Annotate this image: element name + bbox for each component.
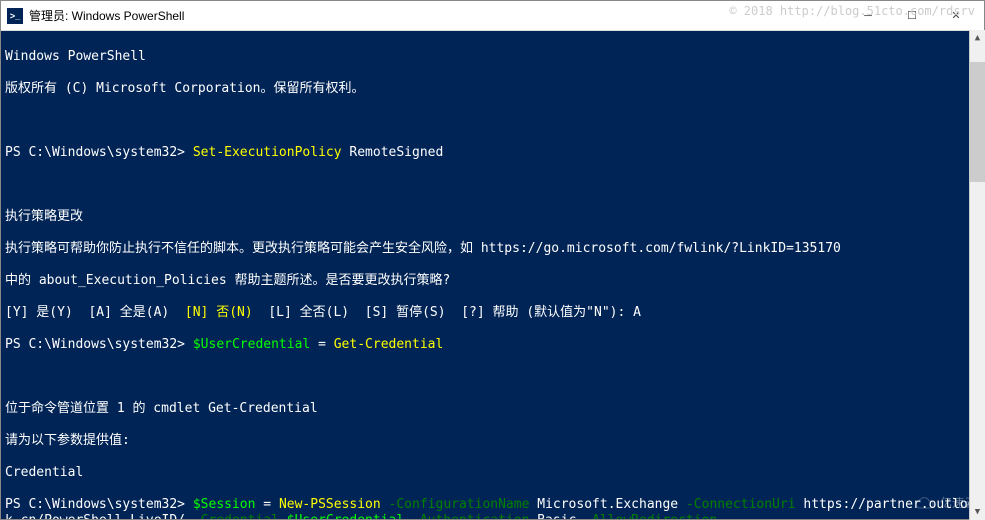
blank-line <box>5 177 980 193</box>
powershell-window: >_ 管理员: Windows PowerShell ─ ☐ ✕ Windows… <box>0 0 985 520</box>
policy-text: 中的 about_Execution_Policies 帮助主题所述。是否要更改… <box>5 273 980 289</box>
window-title: 管理员: Windows PowerShell <box>29 7 184 24</box>
policy-text: 执行策略可帮助你防止执行不信任的脚本。更改执行策略可能会产生安全风险，如 htt… <box>5 241 980 257</box>
scrollbar[interactable]: ▲ ▼ <box>969 30 985 520</box>
copyright-line: 版权所有 (C) Microsoft Corporation。保留所有权利。 <box>5 81 980 97</box>
cloud-icon <box>914 496 936 510</box>
cmd-line-2: PS C:\Windows\system32> $UserCredential … <box>5 337 980 353</box>
terminal-area[interactable]: Windows PowerShell 版权所有 (C) Microsoft Co… <box>1 31 984 519</box>
policy-options: [Y] 是(Y) [A] 全是(A) [N] 否(N) [L] 全否(L) [S… <box>5 305 980 321</box>
cmd-line-1: PS C:\Windows\system32> Set-ExecutionPol… <box>5 145 980 161</box>
watermark: © 2018 http://blog.51cto.com/rdsrv <box>729 4 975 18</box>
blank-line <box>5 113 980 129</box>
scroll-down-icon[interactable]: ▼ <box>970 504 985 520</box>
scroll-thumb[interactable] <box>970 62 985 182</box>
policy-title: 执行策略更改 <box>5 209 980 225</box>
blank-line <box>5 369 980 385</box>
scroll-up-icon[interactable]: ▲ <box>970 30 985 46</box>
cred-prompt: Credential <box>5 465 980 481</box>
logo-watermark: 亿速云 <box>914 495 976 511</box>
cred-prompt: 请为以下参数提供值: <box>5 433 980 449</box>
powershell-icon: >_ <box>7 8 23 24</box>
header-line: Windows PowerShell <box>5 49 980 65</box>
cred-prompt: 位于命令管道位置 1 的 cmdlet Get-Credential <box>5 401 980 417</box>
cmd-line-3: PS C:\Windows\system32> $Session = New-P… <box>5 497 980 519</box>
